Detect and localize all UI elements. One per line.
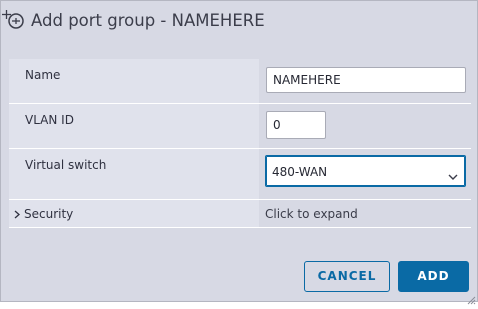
add-button[interactable]: ADD: [398, 261, 469, 292]
security-expand-text[interactable]: Click to expand: [265, 207, 358, 221]
security-row[interactable]: Security Click to expand: [9, 200, 471, 228]
add-network-icon: [2, 9, 26, 31]
name-row: Name: [9, 59, 471, 104]
chevron-down-icon: [448, 166, 458, 180]
security-label: Security: [24, 207, 74, 221]
security-label-cell: Security: [9, 200, 259, 228]
security-value-cell: Click to expand: [259, 200, 471, 228]
virtual-switch-select[interactable]: 480-WAN: [265, 155, 466, 187]
virtual-switch-selected: 480-WAN: [272, 165, 328, 179]
virtual-switch-label: Virtual switch: [25, 158, 107, 172]
dialog-title: Add port group - NAMEHERE: [31, 11, 265, 30]
vlan-row: VLAN ID: [9, 104, 471, 149]
virtual-switch-row: Virtual switch 480-WAN: [9, 149, 471, 200]
name-input[interactable]: [266, 67, 466, 93]
add-port-group-dialog: Add port group - NAMEHERE Name VLAN ID V…: [0, 0, 478, 305]
name-label: Name: [25, 68, 61, 82]
dialog-header: Add port group - NAMEHERE: [1, 1, 477, 45]
name-label-cell: Name: [9, 59, 259, 104]
resize-grip-icon[interactable]: [466, 290, 476, 305]
vlan-label-cell: VLAN ID: [9, 104, 259, 149]
virtual-switch-label-cell: Virtual switch: [9, 149, 259, 200]
port-group-form: Name VLAN ID Virtual switch 480-WAN: [9, 59, 471, 229]
vlan-id-input[interactable]: [266, 111, 326, 139]
virtual-switch-value-cell: 480-WAN: [259, 149, 471, 200]
cancel-button[interactable]: CANCEL: [304, 261, 390, 292]
vlan-value-cell: [259, 104, 471, 149]
name-value-cell: [259, 59, 471, 104]
vlan-label: VLAN ID: [25, 113, 74, 127]
security-toggle[interactable]: Security: [13, 207, 73, 221]
chevron-right-icon: [13, 208, 21, 219]
